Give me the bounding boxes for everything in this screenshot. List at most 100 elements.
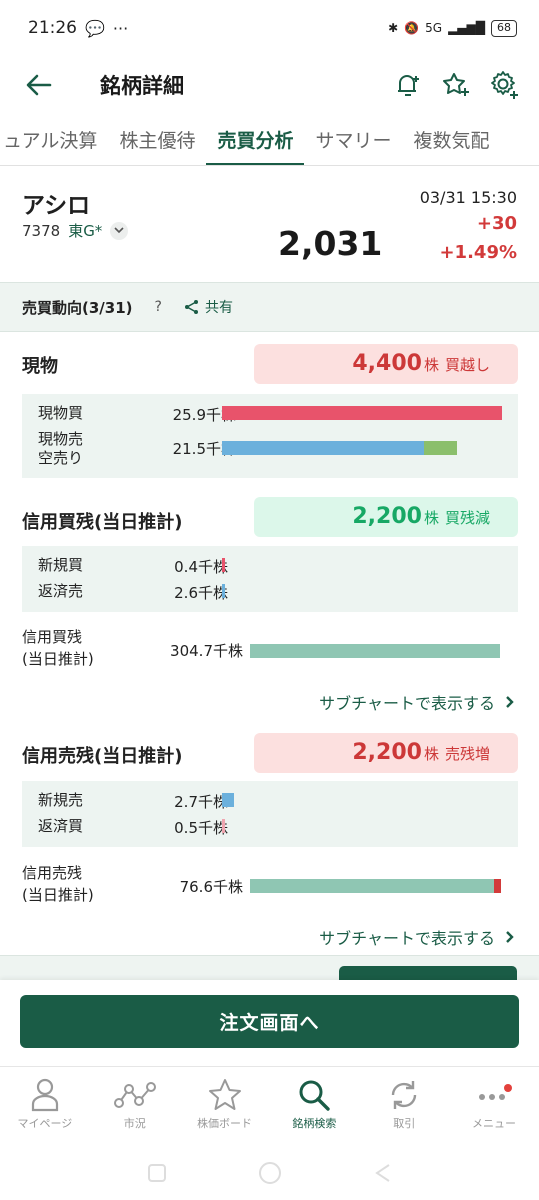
tab-trading-analysis[interactable]: 売買分析 (206, 118, 305, 166)
recents-icon[interactable] (147, 1163, 167, 1183)
home-icon[interactable] (257, 1160, 283, 1186)
add-favorite-icon[interactable] (439, 68, 473, 102)
nav-search[interactable]: 銘柄検索 (269, 1067, 359, 1146)
margin-buy-title: 信用買残(当日推計) (22, 512, 183, 533)
share-label: 共有 (204, 300, 233, 316)
settings-icon[interactable] (487, 68, 521, 102)
margin-buy-repay-row: 返済売 2.6千株 (22, 582, 518, 604)
nav-mypage-label: マイページ (17, 1117, 73, 1130)
margin-buy-balance-bar (250, 644, 500, 658)
margin-buy-summary-label: 買残減 (444, 509, 490, 527)
margin-sell-summary-unit: 株 (423, 745, 439, 763)
more-icon (474, 1075, 514, 1115)
tabs-divider (0, 165, 539, 166)
nav-trade-label: 取引 (393, 1117, 416, 1130)
market-graph-icon (113, 1075, 156, 1115)
back-nav-icon[interactable] (373, 1163, 393, 1183)
tab-multiple-quotes[interactable]: 複数気配 (402, 118, 500, 166)
trend-title: 売買動向(3/31) (22, 298, 133, 317)
chat-icon: 💬 (85, 18, 105, 38)
market-selector[interactable]: 東G* (68, 220, 102, 241)
status-time: 21:26 (28, 18, 77, 38)
tab-dual-earnings[interactable]: ュアル決算 (0, 118, 108, 166)
status-bar: 21:26 💬 ··· ✱ 🔕 5G ▂▄▆█ 68 (0, 0, 539, 56)
margin-buy-new-bar (222, 558, 225, 572)
nav-market[interactable]: 市況 (90, 1067, 180, 1146)
margin-sell-repay-label: 返済買 (38, 817, 84, 835)
margin-buy-repay-bar (222, 584, 225, 598)
share-button[interactable]: 共有 (184, 297, 233, 317)
margin-buy-subchart-label: サブチャートで表示する (319, 694, 495, 713)
spot-summary-unit: 株 (423, 356, 439, 374)
spot-buy-label: 現物買 (38, 404, 84, 422)
order-button[interactable]: 注文画面へ (20, 995, 519, 1048)
margin-sell-summary-label: 売残増 (444, 745, 490, 763)
price-datetime: 03/31 15:30 (419, 188, 517, 207)
nav-menu-label: メニュー (472, 1117, 517, 1130)
price-change: +30 (476, 213, 517, 234)
margin-sell-panel: 新規売 2.7千株 返済買 0.5千株 (22, 781, 518, 847)
margin-sell-increase-bar (494, 879, 501, 893)
spot-sell-label: 現物売 空売り (38, 430, 84, 467)
star-icon (207, 1075, 243, 1115)
margin-buy-balance-value: 304.7千株 (170, 642, 243, 660)
spot-sell-bar (222, 441, 424, 455)
margin-buy-new-row: 新規買 0.4千株 (22, 556, 518, 578)
price-change-pct: +1.49% (439, 242, 517, 263)
battery-icon: 68 (491, 19, 517, 37)
nav-board[interactable]: 株価ボード (180, 1067, 270, 1146)
spot-summary: 4,400 株 買越し (254, 344, 518, 384)
margin-sell-summary-value: 2,200 (352, 740, 422, 765)
nav-board-label: 株価ボード (197, 1117, 253, 1130)
spot-summary-label: 買越し (444, 356, 490, 374)
margin-sell-new-value: 2.7千株 (174, 793, 228, 811)
margin-sell-subchart-link[interactable]: サブチャートで表示する (319, 925, 515, 949)
signal-icon: ▂▄▆█ (448, 21, 485, 35)
nav-market-label: 市況 (123, 1117, 146, 1130)
refresh-icon (387, 1075, 421, 1115)
trend-header: 売買動向(3/31) ? 共有 (0, 282, 539, 332)
margin-sell-repay-row: 返済買 0.5千株 (22, 817, 518, 839)
tab-bar: ュアル決算 株主優待 売買分析 サマリー 複数気配 (0, 118, 501, 166)
bottom-nav: マイページ 市況 株価ボード 銘柄検索 取引 メニュー (0, 1066, 539, 1146)
margin-buy-balance-label: 信用買残 (当日推計) (22, 628, 94, 668)
margin-buy-subchart-link[interactable]: サブチャートで表示する (319, 690, 515, 714)
help-icon[interactable]: ? (155, 299, 162, 315)
margin-sell-balance-bar (250, 879, 494, 893)
tab-shareholder-benefits[interactable]: 株主優待 (108, 118, 206, 166)
stock-code: 7378 (22, 221, 61, 240)
margin-sell-balance-label: 信用売残 (当日推計) (22, 864, 94, 904)
nav-menu[interactable]: メニュー (449, 1067, 539, 1146)
system-nav-bar (0, 1146, 539, 1200)
margin-buy-repay-value: 2.6千株 (174, 584, 228, 602)
stock-header: アシロ 7378 東G* 2,031 03/31 15:30 +30 +1.49… (0, 180, 539, 278)
bluetooth-icon: ✱ (388, 21, 399, 35)
margin-buy-summary-unit: 株 (423, 509, 439, 527)
nav-mypage[interactable]: マイページ (0, 1067, 90, 1146)
add-alert-icon[interactable] (391, 68, 425, 102)
margin-buy-summary: 2,200 株 買残減 (254, 497, 518, 537)
spot-short-bar (424, 441, 457, 455)
more-notifications-icon: ··· (112, 18, 129, 38)
app-bar: 銘柄詳細 (0, 56, 539, 114)
margin-sell-balance-value: 76.6千株 (179, 878, 243, 896)
share-icon (184, 300, 198, 314)
margin-buy-new-label: 新規買 (38, 556, 84, 574)
margin-buy-summary-value: 2,200 (352, 504, 422, 529)
margin-sell-subchart-label: サブチャートで表示する (319, 929, 495, 948)
margin-buy-panel: 新規買 0.4千株 返済売 2.6千株 (22, 546, 518, 612)
person-icon (30, 1075, 60, 1115)
order-bar: 注文画面へ (0, 980, 539, 1066)
back-icon[interactable] (22, 68, 56, 102)
margin-sell-title: 信用売残(当日推計) (22, 746, 183, 767)
stock-name: アシロ (22, 193, 91, 219)
margin-sell-repay-bar (222, 819, 225, 833)
spot-summary-value: 4,400 (352, 351, 422, 376)
margin-sell-new-bar (222, 793, 234, 807)
margin-buy-repay-label: 返済売 (38, 582, 84, 600)
nav-trade[interactable]: 取引 (359, 1067, 449, 1146)
mute-icon: 🔕 (404, 21, 420, 35)
chevron-down-icon[interactable] (110, 221, 129, 240)
tab-summary[interactable]: サマリー (304, 118, 402, 166)
margin-sell-repay-value: 0.5千株 (174, 819, 228, 837)
